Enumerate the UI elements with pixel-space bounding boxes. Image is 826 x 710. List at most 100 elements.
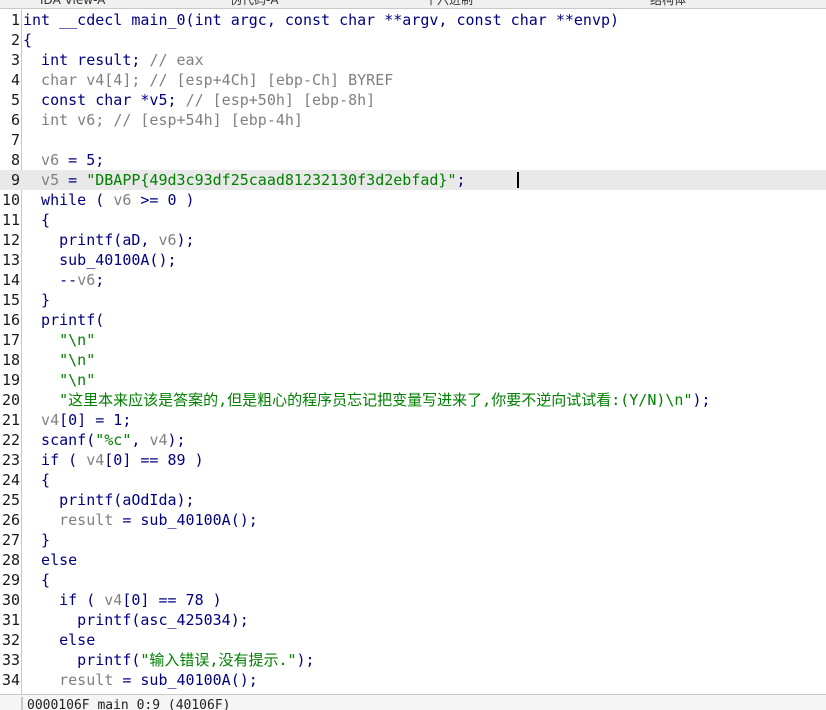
pseudocode-editor[interactable]: 1 int __cdecl main_0(int argc, const char… — [0, 10, 826, 694]
code-text: char v4[4]; // [esp+4Ch] [ebp-Ch] BYREF — [23, 70, 393, 90]
text-cursor — [517, 172, 519, 188]
line-number: 32 — [1, 631, 20, 649]
code-line[interactable]: 12 printf(aD, v6); — [0, 230, 826, 250]
code-token: v6 — [113, 191, 132, 209]
code-token: // [esp+54h] [ebp-4h] — [113, 111, 303, 129]
line-number: 18 — [1, 351, 20, 369]
code-text: printf(asc_425034); — [23, 610, 249, 630]
code-token: v4 — [86, 451, 105, 469]
code-token: v6 — [77, 271, 96, 289]
code-line[interactable]: 2{ — [0, 30, 826, 50]
code-text: "\n" — [23, 370, 95, 390]
line-number: 16 — [1, 311, 20, 329]
code-text: printf("输入错误,没有提示."); — [23, 650, 314, 670]
tab-pseudocode[interactable]: 伪代码-A — [230, 0, 279, 8]
code-text: sub_40100A(); — [23, 250, 177, 270]
line-number: 15 — [1, 291, 20, 309]
code-text: if ( v4[0] == 89 ) — [23, 450, 204, 470]
code-token: sub_40100A(); — [23, 251, 177, 269]
code-line[interactable]: 15 } — [0, 290, 826, 310]
code-text: while ( v6 >= 0 ) — [23, 190, 195, 210]
code-token: ; — [95, 271, 105, 289]
line-number: 29 — [1, 571, 20, 589]
code-line[interactable]: 14 --v6; — [0, 270, 826, 290]
code-token: v6 — [23, 151, 60, 169]
code-token: "输入错误,没有提示." — [140, 651, 297, 669]
code-line[interactable]: 33 printf("输入错误,没有提示."); — [0, 650, 826, 670]
code-text: int v6; // [esp+54h] [ebp-4h] — [23, 110, 303, 130]
code-line[interactable]: 18 "\n" — [0, 350, 826, 370]
code-line[interactable]: 22 scanf("%c", v4); — [0, 430, 826, 450]
code-token: "\n" — [23, 331, 96, 349]
code-token: // [esp+50h] [ebp-8h] — [185, 91, 376, 109]
code-text: printf(aD, v6); — [23, 230, 194, 250]
code-token: [0] == 89 ) — [104, 451, 204, 469]
code-line[interactable]: 34 result = sub_40100A(); — [0, 670, 826, 690]
code-token: while ( — [23, 191, 114, 209]
code-token: } — [23, 531, 51, 549]
code-line[interactable]: 9 v5 = "DBAPP{49d3c93df25caad81232130f3d… — [0, 170, 826, 190]
code-text: v6 = 5; — [23, 150, 104, 170]
code-line[interactable]: 8 v6 = 5; — [0, 150, 826, 170]
code-line[interactable]: 3 int result; // eax — [0, 50, 826, 70]
code-token: v4 — [149, 431, 168, 449]
code-text: int result; // eax — [23, 50, 204, 70]
code-line[interactable]: 19 "\n" — [0, 370, 826, 390]
line-number: 31 — [1, 611, 20, 629]
code-line[interactable]: 27 } — [0, 530, 826, 550]
line-number: 6 — [10, 111, 20, 129]
line-number: 21 — [1, 411, 20, 429]
tab-hex-view[interactable]: 十六进制 — [425, 0, 473, 8]
tab-ida-view[interactable]: IDA View-A — [40, 0, 105, 8]
code-line[interactable]: 21 v4[0] = 1; — [0, 410, 826, 430]
code-line[interactable]: 16 printf( — [0, 310, 826, 330]
code-line[interactable]: 31 printf(asc_425034); — [0, 610, 826, 630]
code-text: { — [23, 30, 32, 50]
code-token: ; — [456, 171, 466, 189]
code-text: if ( v4[0] == 78 ) — [23, 590, 222, 610]
line-number: 13 — [1, 251, 20, 269]
line-number: 20 — [1, 391, 20, 409]
code-line[interactable]: 28 else — [0, 550, 826, 570]
code-token: , — [131, 431, 150, 449]
code-line[interactable]: 24 { — [0, 470, 826, 490]
code-token: = sub_40100A(); — [113, 511, 258, 529]
code-token: const char *v5; — [23, 91, 186, 109]
code-line[interactable]: 25 printf(aOdIda); — [0, 490, 826, 510]
code-text: result = sub_40100A(); — [23, 510, 258, 530]
code-line[interactable]: 20 "这里本来应该是答案的,但是粗心的程序员忘记把变量写进来了,你要不逆向试试… — [0, 390, 826, 410]
code-token: "%c" — [95, 431, 132, 449]
code-line[interactable]: 13 sub_40100A(); — [0, 250, 826, 270]
code-text: int __cdecl main_0(int argc, const char … — [23, 10, 619, 30]
code-line[interactable]: 29 { — [0, 570, 826, 590]
code-line[interactable]: 4 char v4[4]; // [esp+4Ch] [ebp-Ch] BYRE… — [0, 70, 826, 90]
code-token: { — [23, 471, 51, 489]
code-token: v4 — [23, 411, 60, 429]
code-line[interactable]: 26 result = sub_40100A(); — [0, 510, 826, 530]
code-line[interactable]: 32 else — [0, 630, 826, 650]
code-line[interactable]: 7 — [0, 130, 826, 150]
code-text: "\n" — [23, 350, 95, 370]
code-text: } — [23, 290, 50, 310]
code-text: printf( — [23, 310, 104, 330]
code-token: printf(asc_425034); — [23, 611, 249, 629]
line-number: 5 — [10, 91, 20, 109]
code-token: ); — [167, 431, 186, 449]
code-line[interactable]: 1 int __cdecl main_0(int argc, const char… — [0, 10, 826, 30]
line-number: 25 — [1, 491, 20, 509]
code-line[interactable]: 23 if ( v4[0] == 89 ) — [0, 450, 826, 470]
code-text: result = sub_40100A(); — [23, 670, 258, 690]
code-line[interactable]: 10 while ( v6 >= 0 ) — [0, 190, 826, 210]
tab-structures[interactable]: 结构体 — [650, 0, 686, 8]
code-line[interactable]: 6 int v6; // [esp+54h] [ebp-4h] — [0, 110, 826, 130]
code-line[interactable]: 5 const char *v5; // [esp+50h] [ebp-8h] — [0, 90, 826, 110]
code-token: int result; — [23, 51, 150, 69]
code-line[interactable]: 11 { — [0, 210, 826, 230]
code-token: result — [23, 511, 114, 529]
code-token: printf( — [23, 311, 105, 329]
code-line[interactable]: 17 "\n" — [0, 330, 826, 350]
code-line[interactable]: 30 if ( v4[0] == 78 ) — [0, 590, 826, 610]
code-token: printf( — [23, 651, 141, 669]
code-text: "\n" — [23, 330, 95, 350]
code-token: = — [59, 171, 87, 189]
